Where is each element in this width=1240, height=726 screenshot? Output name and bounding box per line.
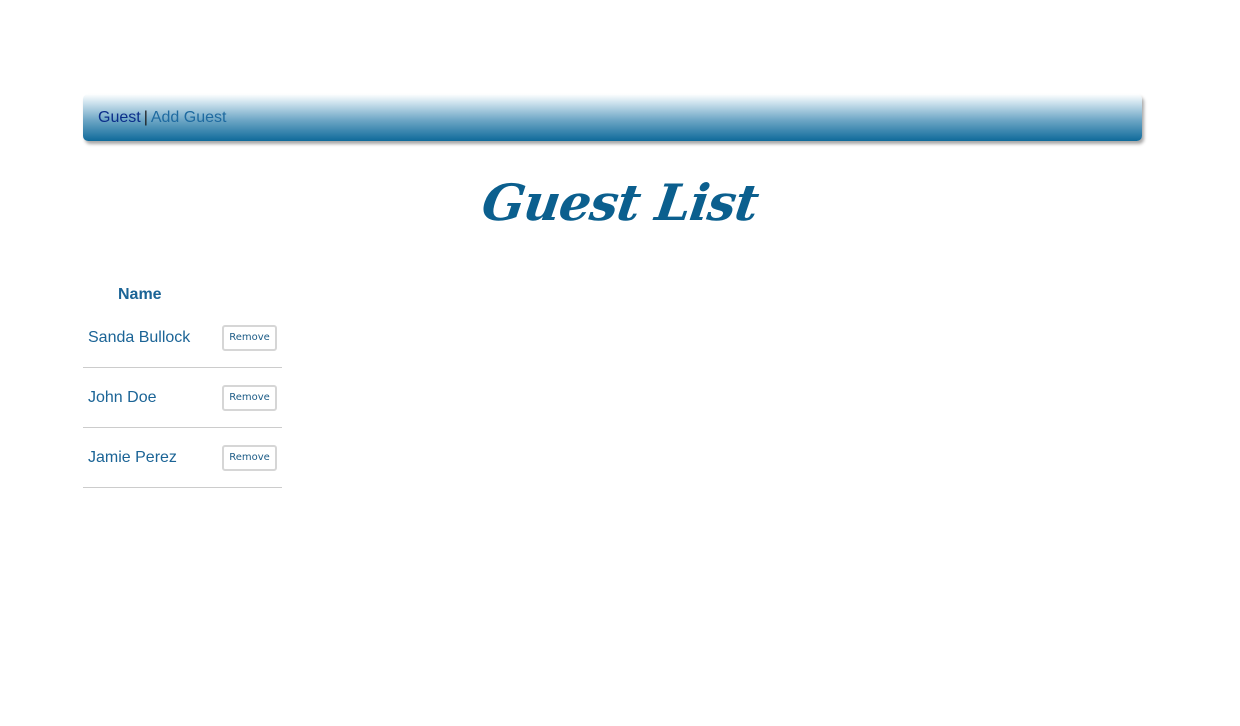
table-header-row: Name xyxy=(83,282,282,308)
guest-name: John Doe xyxy=(83,367,211,428)
guest-name: Jamie Perez xyxy=(83,427,211,488)
nav-links: Guest | Add Guest xyxy=(98,108,226,127)
guest-table: Name Sanda Bullock Remove John Doe Remov… xyxy=(83,282,282,488)
top-nav-bar: Guest | Add Guest xyxy=(83,94,1142,141)
table-row: Sanda Bullock Remove xyxy=(83,308,282,368)
page: Guest | Add Guest Guest List Name Sanda Bu… xyxy=(0,0,1240,726)
page-title: Guest List xyxy=(478,173,762,232)
nav-separator: | xyxy=(143,109,148,126)
table-row: Jamie Perez Remove xyxy=(83,427,282,488)
column-header-actions xyxy=(210,282,282,308)
action-cell: Remove xyxy=(210,427,282,488)
action-cell: Remove xyxy=(210,308,282,368)
table-row: John Doe Remove xyxy=(83,367,282,428)
nav-add-guest-link[interactable]: Add Guest xyxy=(151,109,227,126)
remove-button[interactable]: Remove xyxy=(222,384,277,411)
nav-guest-link[interactable]: Guest xyxy=(98,109,141,126)
remove-button[interactable]: Remove xyxy=(222,444,277,471)
guest-name: Sanda Bullock xyxy=(83,308,211,368)
remove-button[interactable]: Remove xyxy=(222,324,277,351)
column-header-name: Name xyxy=(118,286,162,303)
action-cell: Remove xyxy=(210,367,282,428)
